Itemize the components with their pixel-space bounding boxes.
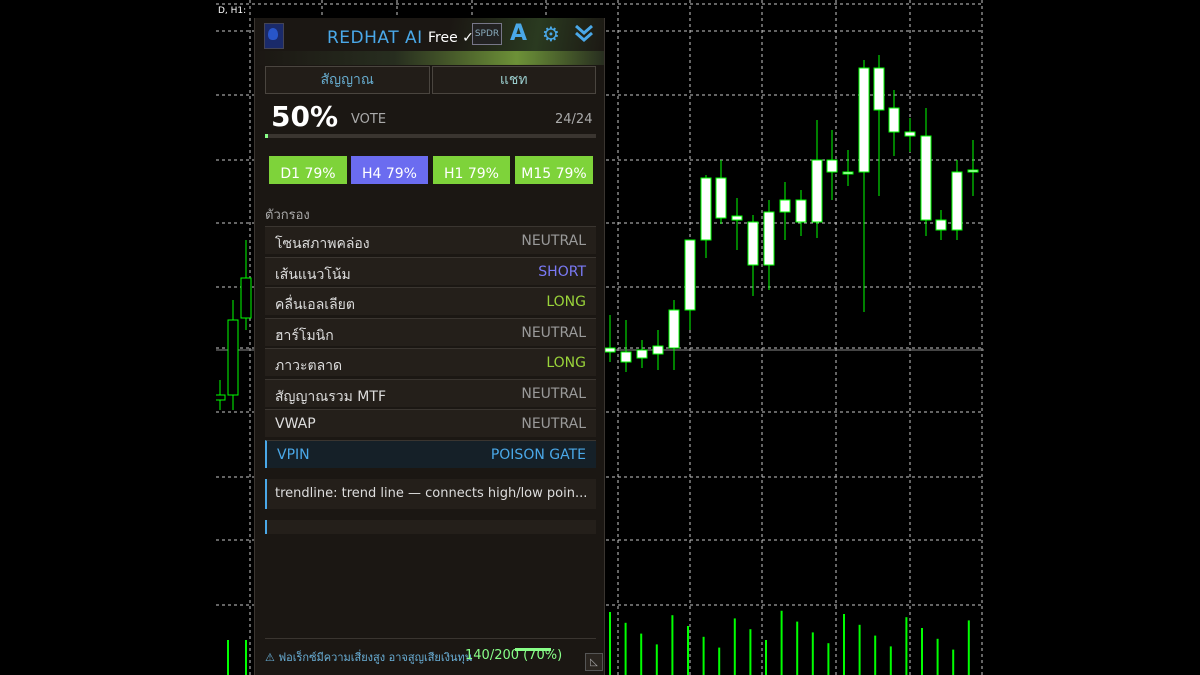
timeframe-d1[interactable]: D1 79% xyxy=(269,156,347,184)
filter-row-vpin[interactable]: VPIN POISON GATE xyxy=(265,439,596,468)
candle-body xyxy=(747,221,759,266)
resize-grip[interactable]: ◺ xyxy=(585,653,603,671)
timeframe-m15[interactable]: M15 79% xyxy=(515,156,593,184)
filter-row-trendline[interactable]: เส้นแนวโน้ม SHORT xyxy=(265,256,596,285)
timeframe-row: D1 79% H4 79% H1 79% M15 79% xyxy=(269,156,593,184)
filter-value: SHORT xyxy=(538,263,586,280)
app-title: REDHAT AI xyxy=(327,28,423,48)
signal-panel: REDHAT AI Free ✓ SPDR A ⚙ สัญญาณ แชท 50%… xyxy=(254,18,605,675)
candle-body xyxy=(240,277,252,319)
filter-name: คลื่นเอลเลียต xyxy=(275,297,355,313)
candle-body xyxy=(604,347,616,353)
candle-body xyxy=(873,67,885,111)
panel-tabs: สัญญาณ แชท xyxy=(265,66,596,94)
font-icon[interactable]: A xyxy=(510,22,527,46)
filter-list: โซนสภาพคล่อง NEUTRAL เส้นแนวโน้ม SHORT คลื… xyxy=(265,226,596,470)
message-box[interactable] xyxy=(265,520,596,534)
candle-body xyxy=(811,159,823,223)
filters-title: ตัวกรอง xyxy=(265,208,310,223)
usage-counter: 140/200 (70%) xyxy=(465,648,563,663)
footer-divider xyxy=(265,638,596,639)
vote-progress-bar xyxy=(265,134,596,138)
filter-row-liquidity-zone[interactable]: โซนสภาพคล่อง NEUTRAL xyxy=(265,226,596,254)
filter-name: VWAP xyxy=(275,416,316,432)
filter-value: NEUTRAL xyxy=(521,324,586,341)
candle-body xyxy=(779,199,791,213)
candle-body xyxy=(763,211,775,266)
candle-body xyxy=(620,351,632,363)
tooltip-info-box: trendline: trend line — connects high/lo… xyxy=(265,479,596,509)
header-accent-line xyxy=(255,51,604,65)
filter-value: NEUTRAL xyxy=(521,233,586,249)
filter-value: LONG xyxy=(546,355,586,371)
tab-chat[interactable]: แชท xyxy=(431,66,596,94)
filter-name: โซนสภาพคล่อง xyxy=(275,236,370,252)
info-text: trendline: trend line — connects high/lo… xyxy=(275,486,588,501)
candle-body xyxy=(668,309,680,349)
filter-value: NEUTRAL xyxy=(521,416,586,432)
spdr-button[interactable]: SPDR xyxy=(472,23,502,45)
timeframe-h1[interactable]: H1 79% xyxy=(433,156,510,184)
gear-icon[interactable]: ⚙ xyxy=(542,22,560,46)
candle-body xyxy=(842,171,854,175)
candle-body xyxy=(920,135,932,221)
timeframe-h4[interactable]: H4 79% xyxy=(351,156,428,184)
app-logo xyxy=(264,23,284,49)
filter-row-harmonic[interactable]: ฮาร์โมนิก NEUTRAL xyxy=(265,317,596,346)
candle-body xyxy=(652,345,664,355)
vote-progress-fill xyxy=(265,134,269,138)
tab-signal[interactable]: สัญญาณ xyxy=(265,66,430,94)
filter-value: LONG xyxy=(546,294,586,310)
candle-body xyxy=(715,177,727,219)
candle-body xyxy=(795,199,807,223)
filter-row-vwap[interactable]: VWAP NEUTRAL xyxy=(265,409,596,437)
filter-row-market-condition[interactable]: ภาวะตลาด LONG xyxy=(265,348,596,376)
candle-body xyxy=(858,67,870,173)
candle-body xyxy=(731,215,743,221)
filter-row-mtf-signal[interactable]: สัญญาณรวม MTF NEUTRAL xyxy=(265,378,596,407)
filter-value: POISON GATE xyxy=(490,446,586,463)
filter-name: เส้นแนวโน้ม xyxy=(275,266,351,283)
symbol-timeframe-label: D, H1: xyxy=(218,6,247,16)
vote-label: VOTE xyxy=(351,112,387,127)
filter-name: ฮาร์โมนิก xyxy=(275,327,334,344)
candle-body xyxy=(700,177,712,241)
candle-body xyxy=(904,131,916,137)
candle-body xyxy=(216,394,226,401)
candle-body xyxy=(227,319,239,396)
candle-body xyxy=(888,107,900,133)
filter-name: ภาวะตลาด xyxy=(275,358,343,374)
candle-body xyxy=(684,239,696,311)
filter-name: VPIN xyxy=(277,446,310,463)
filter-value: NEUTRAL xyxy=(521,385,586,402)
vote-percent: 50% xyxy=(271,100,339,133)
double-chevron-down-icon[interactable] xyxy=(573,22,595,50)
filter-row-elliott-wave[interactable]: คลื่นเอลเลียต LONG xyxy=(265,287,596,315)
vote-count: 24/24 xyxy=(555,112,593,127)
panel-header: REDHAT AI Free ✓ SPDR A ⚙ xyxy=(255,18,604,65)
candle-body xyxy=(935,219,947,231)
filter-name: สัญญาณรวม MTF xyxy=(275,388,386,405)
candle-body xyxy=(636,349,648,359)
candle-body xyxy=(951,171,963,231)
candle-body xyxy=(826,159,838,173)
risk-warning: ⚠ ฟอเร็กซ์มีความเสี่ยงสูง อาจสูญเสียเงิน… xyxy=(265,651,473,664)
plan-label: Free ✓ xyxy=(428,30,474,46)
candle-body xyxy=(967,169,979,173)
